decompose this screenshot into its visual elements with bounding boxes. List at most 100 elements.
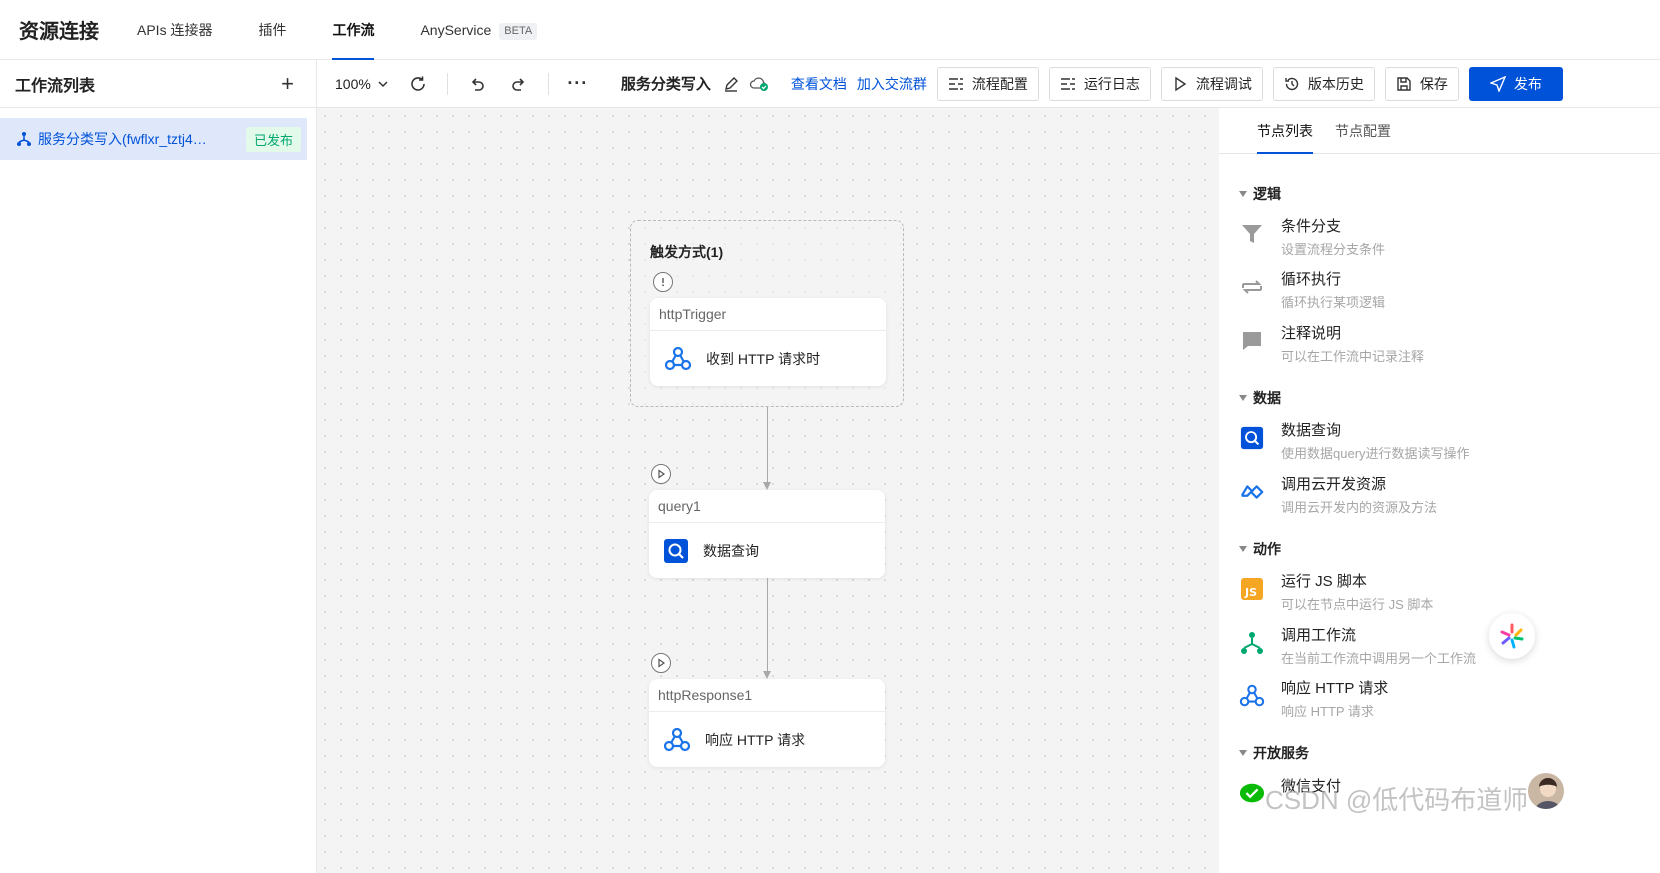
zoom-select[interactable]: 100% bbox=[335, 76, 389, 92]
section-action[interactable]: 动作 bbox=[1239, 539, 1281, 559]
beta-badge: BETA bbox=[499, 22, 538, 40]
add-workflow-icon[interactable]: + bbox=[281, 72, 294, 95]
section-open-service[interactable]: 开放服务 bbox=[1239, 743, 1309, 763]
svg-text:JS: JS bbox=[1244, 586, 1257, 599]
node-item-cloud-resource[interactable]: 调用云开发资源 调用云开发内的资源及方法 bbox=[1239, 473, 1639, 521]
flow-config-button[interactable]: 流程配置 bbox=[936, 66, 1039, 101]
publish-button[interactable]: 发布 bbox=[1468, 66, 1563, 101]
join-group-link[interactable]: 加入交流群 bbox=[857, 74, 927, 94]
tab-node-config[interactable]: 节点配置 bbox=[1335, 108, 1391, 153]
run-log-label: 运行日志 bbox=[1083, 75, 1140, 92]
node-item-desc: 在当前工作流中调用另一个工作流 bbox=[1281, 651, 1477, 666]
node-query[interactable]: query1 数据查询 bbox=[649, 490, 885, 578]
undo-button[interactable] bbox=[456, 60, 498, 108]
zoom-value: 100% bbox=[335, 75, 371, 92]
avatar[interactable] bbox=[1526, 771, 1566, 811]
node-item-call-workflow[interactable]: 调用工作流 在当前工作流中调用另一个工作流 bbox=[1239, 624, 1639, 672]
query-icon bbox=[1239, 425, 1265, 451]
redo-button[interactable] bbox=[498, 60, 540, 108]
watermark: CSDN @低代码布道师 bbox=[1265, 785, 1529, 815]
node-item-title: 响应 HTTP 请求 bbox=[1281, 680, 1389, 697]
node-item-title: 注释说明 bbox=[1281, 325, 1342, 342]
section-title: 开放服务 bbox=[1253, 745, 1309, 761]
trigger-group[interactable]: 触发方式(1) httpTrigger 收到 HTTP 请求时 bbox=[630, 220, 904, 407]
history-icon bbox=[1285, 77, 1299, 90]
node-id: httpResponse1 bbox=[649, 679, 885, 712]
node-item-title: 运行 JS 脚本 bbox=[1281, 573, 1367, 590]
node-item-comment[interactable]: 注释说明 可以在工作流中记录注释 bbox=[1239, 322, 1639, 370]
node-item-desc: 可以在工作流中记录注释 bbox=[1281, 349, 1425, 364]
edit-icon[interactable] bbox=[723, 76, 739, 92]
workflow-canvas[interactable]: 触发方式(1) httpTrigger 收到 HTTP 请求时 query1 数… bbox=[317, 108, 1219, 873]
workflow-name: 服务分类写入 bbox=[620, 76, 711, 93]
section-data[interactable]: 数据 bbox=[1239, 388, 1281, 408]
workflow-list-item[interactable]: 服务分类写入(fwflxr_tztj4… 已发布 bbox=[0, 118, 307, 160]
node-item-desc: 响应 HTTP 请求 bbox=[1281, 704, 1374, 719]
node-item-query[interactable]: 数据查询 使用数据query进行数据读写操作 bbox=[1239, 419, 1639, 467]
docs-link[interactable]: 查看文档 bbox=[791, 74, 847, 94]
canvas-toolbar: 100% ··· 服务分类写入 查看文档 加入交流群 流程配置 运行日志 流程调… bbox=[317, 60, 1660, 108]
node-item-title: 条件分支 bbox=[1281, 218, 1342, 235]
workflow-tree-icon bbox=[17, 132, 31, 146]
node-label: 响应 HTTP 请求 bbox=[705, 731, 806, 748]
tab-node-list[interactable]: 节点列表 bbox=[1257, 108, 1313, 154]
version-history-label: 版本历史 bbox=[1307, 75, 1364, 92]
refresh-button[interactable] bbox=[397, 60, 439, 108]
node-item-loop[interactable]: 循环执行 循环执行某项逻辑 bbox=[1239, 268, 1639, 316]
ai-assistant-button[interactable] bbox=[1489, 613, 1535, 659]
node-panel-tabs: 节点列表 节点配置 bbox=[1219, 108, 1660, 154]
list-log-icon bbox=[1060, 77, 1075, 90]
node-item-http-response[interactable]: 响应 HTTP 请求 响应 HTTP 请求 bbox=[1239, 677, 1639, 725]
save-button[interactable]: 保存 bbox=[1384, 66, 1459, 101]
toolbar-divider bbox=[446, 72, 448, 95]
webhook-icon bbox=[664, 346, 692, 370]
wechat-pay-icon bbox=[1239, 781, 1265, 807]
undo-icon bbox=[471, 77, 484, 91]
list-settings-icon bbox=[948, 77, 963, 90]
run-node-button[interactable] bbox=[651, 464, 671, 484]
connector-arrow bbox=[763, 482, 771, 490]
section-title: 逻辑 bbox=[1253, 186, 1281, 202]
node-item-title: 循环执行 bbox=[1281, 271, 1342, 288]
workflow-list-header: 工作流列表 + bbox=[0, 60, 316, 108]
node-label: 数据查询 bbox=[703, 542, 759, 559]
node-http-trigger[interactable]: httpTrigger 收到 HTTP 请求时 bbox=[650, 298, 886, 386]
section-logic[interactable]: 逻辑 bbox=[1239, 184, 1281, 204]
nav-tab-workflow[interactable]: 工作流 bbox=[332, 0, 375, 60]
node-item-desc: 可以在节点中运行 JS 脚本 bbox=[1281, 597, 1434, 612]
refresh-icon bbox=[411, 76, 425, 91]
more-button[interactable]: ··· bbox=[557, 60, 599, 108]
workflow-list-title: 工作流列表 bbox=[15, 77, 96, 95]
exclamation-icon bbox=[662, 278, 664, 287]
node-item-title: 调用工作流 bbox=[1281, 627, 1357, 644]
flow-debug-label: 流程调试 bbox=[1195, 75, 1252, 92]
nav-tab-apis[interactable]: APIs 连接器 bbox=[137, 0, 212, 60]
nav-tab-anyservice[interactable]: AnyService BETA bbox=[420, 0, 538, 60]
play-icon bbox=[1175, 76, 1187, 91]
caret-down-icon bbox=[1239, 191, 1247, 197]
js-icon: JS bbox=[1239, 576, 1265, 602]
node-item-desc: 使用数据query进行数据读写操作 bbox=[1281, 446, 1470, 461]
play-icon bbox=[658, 658, 666, 668]
version-history-button[interactable]: 版本历史 bbox=[1272, 66, 1375, 101]
nav-tab-anyservice-label: AnyService bbox=[420, 21, 492, 38]
workflow-list-panel: 工作流列表 + 服务分类写入(fwflxr_tztj4… 已发布 bbox=[0, 60, 317, 873]
node-item-js[interactable]: JS 运行 JS 脚本 可以在节点中运行 JS 脚本 bbox=[1239, 570, 1639, 618]
brand-title: 资源连接 bbox=[19, 21, 99, 43]
save-icon bbox=[1397, 76, 1411, 91]
node-panel: 节点列表 节点配置 逻辑 条件分支 设置流程分支条件 循环执行 循环执行某项逻辑… bbox=[1219, 108, 1660, 873]
node-http-response[interactable]: httpResponse1 响应 HTTP 请求 bbox=[649, 679, 885, 767]
node-item-condition[interactable]: 条件分支 设置流程分支条件 bbox=[1239, 215, 1639, 263]
run-log-button[interactable]: 运行日志 bbox=[1048, 66, 1151, 101]
run-node-button[interactable] bbox=[651, 653, 671, 673]
node-item-desc: 调用云开发内的资源及方法 bbox=[1281, 500, 1438, 515]
info-circle-icon[interactable] bbox=[653, 272, 673, 292]
node-item-title: 数据查询 bbox=[1281, 422, 1342, 439]
flow-debug-button[interactable]: 流程调试 bbox=[1160, 66, 1263, 101]
nav-tab-plugins[interactable]: 插件 bbox=[258, 0, 286, 60]
comment-icon bbox=[1239, 328, 1265, 354]
filter-icon bbox=[1239, 221, 1265, 247]
sparkle-icon bbox=[1500, 623, 1524, 649]
workflow-icon bbox=[1239, 630, 1265, 656]
toolbar-divider bbox=[547, 72, 549, 95]
